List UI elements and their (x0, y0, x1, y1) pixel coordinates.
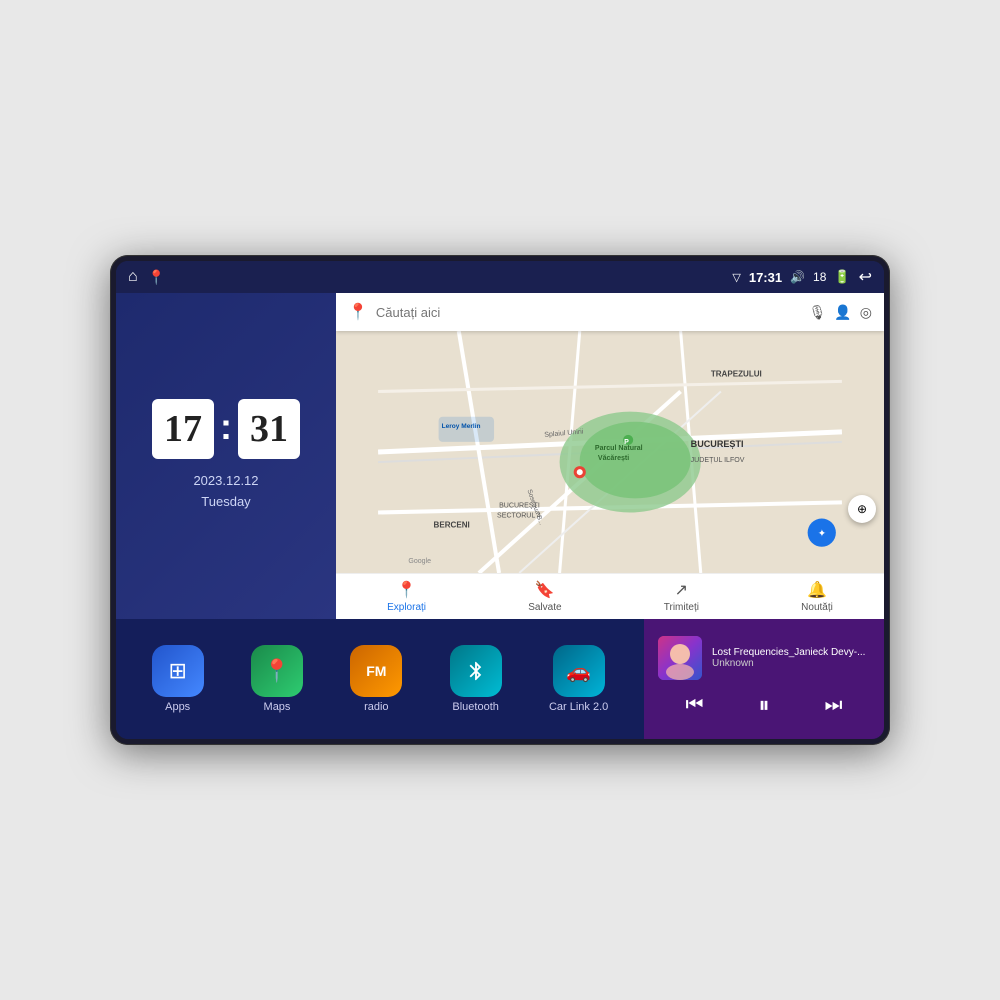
home-icon[interactable]: ⌂ (128, 268, 138, 286)
clock-display: 17 : 31 (152, 399, 300, 459)
svg-text:Google: Google (408, 558, 431, 565)
car-link-icon: 🚗 (566, 659, 591, 684)
map-bottom-nav: 📍 Explorați 🔖 Salvate ↗ Trimiteți 🔔 (336, 573, 884, 619)
app-item-bluetooth[interactable]: ‧ Bluetooth (450, 645, 502, 713)
car-infotainment-device: ⌂ 📍 ▽ 17:31 🔊 18 🔋 ↩ 17 : (110, 255, 890, 745)
music-text: Lost Frequencies_Janieck Devy-... Unknow… (712, 647, 870, 669)
grid-icon: ⊞ (168, 658, 186, 684)
time-display: 17:31 (749, 270, 782, 285)
maps-app-icon: 📍 (263, 658, 290, 684)
svg-text:TRAPEZULUI: TRAPEZULUI (711, 369, 762, 378)
bluetooth-label: Bluetooth (452, 701, 498, 713)
explore-icon: 📍 (397, 580, 417, 600)
map-search-input[interactable] (376, 305, 801, 320)
album-art-svg (658, 636, 702, 680)
main-content: 17 : 31 2023.12.12 Tuesday 📍 (116, 293, 884, 739)
saved-icon: 🔖 (535, 580, 555, 600)
apps-label: Apps (165, 701, 190, 713)
map-search-icons: 🎙 👤 ◎ (809, 304, 872, 321)
map-svg: Parcul Natural Văcărești P Leroy Merlin … (336, 331, 884, 573)
svg-text:Leroy Merlin: Leroy Merlin (442, 423, 481, 430)
map-pin-icon: 📍 (348, 302, 368, 322)
updates-icon: 🔔 (807, 580, 827, 600)
next-button[interactable]: ⏭ (816, 690, 850, 721)
svg-text:Parcul Natural: Parcul Natural (595, 445, 643, 452)
layers-icon[interactable]: ◎ (860, 304, 872, 321)
music-info-row: Lost Frequencies_Janieck Devy-... Unknow… (658, 636, 870, 680)
volume-level: 18 (813, 270, 826, 284)
carlink-icon-wrapper: 🚗 (553, 645, 605, 697)
prev-button[interactable]: ⏮ (677, 690, 711, 721)
map-nav-share[interactable]: ↗ Trimiteți (664, 580, 699, 613)
map-view: Parcul Natural Văcărești P Leroy Merlin … (336, 331, 884, 573)
status-bar: ⌂ 📍 ▽ 17:31 🔊 18 🔋 ↩ (116, 261, 884, 293)
app-item-maps[interactable]: 📍 Maps (251, 645, 303, 713)
map-search-bar[interactable]: 📍 🎙 👤 ◎ (336, 293, 884, 331)
map-panel: 📍 🎙 👤 ◎ (336, 293, 884, 619)
status-bar-left: ⌂ 📍 (128, 268, 165, 286)
music-player: Lost Frequencies_Janieck Devy-... Unknow… (644, 619, 884, 739)
radio-icon: FM (366, 663, 386, 679)
carlink-label: Car Link 2.0 (549, 701, 608, 713)
app-item-carlink[interactable]: 🚗 Car Link 2.0 (549, 645, 608, 713)
svg-text:P: P (624, 439, 629, 446)
maps-icon-wrapper: 📍 (251, 645, 303, 697)
clock-date: 2023.12.12 Tuesday (193, 471, 258, 513)
music-title: Lost Frequencies_Janieck Devy-... (712, 647, 870, 658)
play-pause-button[interactable]: ⏸ (750, 688, 777, 722)
radio-icon-wrapper: FM (350, 645, 402, 697)
app-item-radio[interactable]: FM radio (350, 645, 402, 713)
clock-panel: 17 : 31 2023.12.12 Tuesday (116, 293, 336, 619)
bottom-section: ⊞ Apps 📍 Maps FM (116, 619, 884, 739)
volume-icon: 🔊 (790, 270, 805, 284)
svg-text:JUDEȚUL ILFOV: JUDEȚUL ILFOV (691, 457, 745, 464)
battery-icon: 🔋 (834, 269, 850, 285)
status-bar-right: ▽ 17:31 🔊 18 🔋 ↩ (732, 267, 872, 287)
radio-label: radio (364, 701, 388, 713)
top-section: 17 : 31 2023.12.12 Tuesday 📍 (116, 293, 884, 619)
map-nav-saved[interactable]: 🔖 Salvate (528, 580, 561, 613)
bluetooth-svg (465, 660, 487, 682)
apps-icon-wrapper: ⊞ (152, 645, 204, 697)
clock-colon: : (220, 406, 232, 448)
maps-shortcut-icon[interactable]: 📍 (148, 269, 165, 286)
device-screen: ⌂ 📍 ▽ 17:31 🔊 18 🔋 ↩ 17 : (116, 261, 884, 739)
account-icon[interactable]: 👤 (834, 304, 851, 321)
svg-text:BUCUREȘTI: BUCUREȘTI (691, 439, 744, 449)
music-artist: Unknown (712, 658, 870, 669)
svg-text:✦: ✦ (818, 529, 826, 540)
voice-search-icon[interactable]: 🎙 (809, 304, 827, 321)
music-album-art (658, 636, 702, 680)
svg-text:BERCENI: BERCENI (434, 521, 470, 530)
bluetooth-icon-wrapper: ‧ (450, 645, 502, 697)
compass-button[interactable]: ⊕ (848, 495, 876, 523)
app-item-apps[interactable]: ⊞ Apps (152, 645, 204, 713)
apps-row: ⊞ Apps 📍 Maps FM (116, 619, 644, 739)
maps-label: Maps (264, 701, 291, 713)
map-nav-updates[interactable]: 🔔 Noutăți (801, 580, 833, 613)
back-icon[interactable]: ↩ (859, 267, 872, 287)
svg-text:Văcărești: Văcărești (598, 455, 629, 462)
share-icon: ↗ (675, 580, 688, 600)
clock-hour: 17 (152, 399, 214, 459)
clock-minute: 31 (238, 399, 300, 459)
map-nav-explore[interactable]: 📍 Explorați (387, 580, 426, 613)
signal-icon: ▽ (732, 271, 740, 284)
music-controls: ⏮ ⏸ ⏭ (658, 688, 870, 722)
